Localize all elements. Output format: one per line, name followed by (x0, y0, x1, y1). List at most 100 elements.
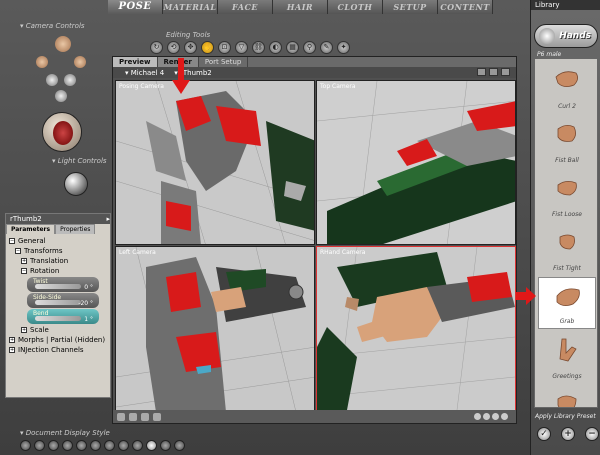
view-magnifier-icon[interactable]: ⚲ (303, 41, 316, 54)
tab-preview[interactable]: Preview (113, 57, 158, 67)
panel-options-icon[interactable] (501, 68, 510, 76)
tab-pose[interactable]: POSE (108, 0, 163, 14)
document-window-controls (477, 68, 510, 76)
dial-knob[interactable] (35, 300, 81, 305)
scale-icon[interactable]: ⊡ (218, 41, 231, 54)
chain-break-icon[interactable]: ⛓ (252, 41, 265, 54)
add-to-library-icon[interactable]: + (561, 427, 575, 441)
taper-icon[interactable]: ▽ (235, 41, 248, 54)
viewport-left-camera[interactable]: Left Camera (115, 246, 315, 411)
library-item[interactable]: Curl 2 (538, 61, 596, 113)
layout-icon[interactable] (477, 68, 486, 76)
hidden-line-style-icon[interactable] (62, 440, 73, 451)
cartoon-style-icon[interactable] (118, 440, 129, 451)
tree-transforms[interactable]: − Transforms (9, 246, 107, 256)
tab-hair[interactable]: HAIR (273, 0, 328, 14)
library-item-selected[interactable]: Grab (538, 277, 596, 329)
tab-material[interactable]: MATERIAL (163, 0, 218, 14)
camera-trackball[interactable] (42, 112, 82, 152)
camera-move-icon[interactable] (64, 74, 76, 86)
tree-rotation[interactable]: − Rotation (9, 266, 107, 276)
dial-bend[interactable]: Bend 1 ° (27, 309, 99, 324)
tree-injection[interactable]: + INJection Channels (9, 345, 107, 355)
style-dot-icon[interactable] (501, 413, 508, 420)
silhouette-style-icon[interactable] (20, 440, 31, 451)
hand-pose-icon (557, 181, 577, 196)
tree-scale[interactable]: + Scale (9, 325, 107, 335)
grouping-icon[interactable]: ▦ (286, 41, 299, 54)
tree-translation[interactable]: + Translation (9, 256, 107, 266)
light-control-ball[interactable] (64, 172, 88, 196)
light-controls-label: Light Controls (57, 157, 107, 165)
tab-parameters[interactable]: Parameters (6, 224, 56, 234)
collapse-icon[interactable]: − (15, 248, 21, 254)
viewport-posing-camera[interactable]: Posing Camera (115, 80, 315, 245)
grab-icon[interactable]: ✋ (201, 41, 214, 54)
expand-icon[interactable]: + (21, 327, 27, 333)
color-chip-icon[interactable] (141, 412, 149, 421)
tree-morphs[interactable]: + Morphs | Partial (Hidden) (9, 335, 107, 345)
collapse-icon[interactable]: − (21, 268, 27, 274)
tab-port-setup[interactable]: Port Setup (199, 57, 249, 67)
library-item[interactable]: Greetings (538, 331, 596, 383)
library-item[interactable]: Fist Tight (538, 223, 596, 275)
panel-menu-icon[interactable]: ▸ (106, 214, 110, 224)
library-item[interactable] (538, 385, 596, 407)
viewport-top-camera[interactable]: Top Camera (316, 80, 516, 245)
style-dot-icon[interactable] (492, 413, 499, 420)
smooth-lined-style-icon[interactable] (160, 440, 171, 451)
style-dot-icon[interactable] (483, 413, 490, 420)
dial-value[interactable]: 1 ° (84, 315, 93, 325)
tab-setup[interactable]: SETUP (383, 0, 438, 14)
camera-right-hand-icon[interactable] (74, 56, 86, 68)
wireframe-style-icon[interactable] (48, 440, 59, 451)
smooth-shaded-style-icon[interactable] (146, 440, 157, 451)
tree-general[interactable]: − General (9, 236, 107, 246)
expand-icon[interactable]: + (21, 258, 27, 264)
camera-plane-icon[interactable] (55, 90, 67, 102)
ground-plane-icon[interactable] (117, 412, 125, 421)
flat-lined-style-icon[interactable] (104, 440, 115, 451)
lit-wireframe-style-icon[interactable] (76, 440, 87, 451)
poser-app: POSE MATERIAL FACE HAIR CLOTH SETUP CONT… (0, 0, 600, 455)
camera-left-hand-icon[interactable] (36, 56, 48, 68)
dial-knob[interactable] (35, 316, 81, 321)
library-item[interactable]: Fist Loose (538, 169, 596, 221)
collapse-icon[interactable]: − (9, 238, 15, 244)
tab-content[interactable]: CONTENT (438, 0, 493, 14)
dial-twist[interactable]: Twist 0 ° (27, 277, 99, 292)
flat-shaded-style-icon[interactable] (90, 440, 101, 451)
dial-side-side[interactable]: Side-Side -20 ° (27, 293, 99, 308)
camera-rotate-icon[interactable] (46, 74, 58, 86)
tree-label: Rotation (30, 267, 60, 275)
library-subfolder[interactable]: P6 male (537, 51, 561, 58)
dial-value[interactable]: 0 ° (84, 283, 93, 293)
apply-check-icon[interactable]: ✓ (537, 427, 551, 441)
viewport-rhand-camera[interactable]: RHand Camera (316, 246, 516, 411)
texture-shaded-style-icon[interactable] (174, 440, 185, 451)
cartoon-line-style-icon[interactable] (132, 440, 143, 451)
tab-cloth[interactable]: CLOTH (328, 0, 383, 14)
translate-icon[interactable]: ✥ (184, 41, 197, 54)
library-category-button[interactable]: Hands (534, 24, 598, 48)
dial-value[interactable]: -20 ° (78, 299, 93, 309)
rotate-icon[interactable]: ↻ (150, 41, 163, 54)
expand-icon[interactable]: + (9, 347, 15, 353)
style-dot-icon[interactable] (474, 413, 481, 420)
tab-properties[interactable]: Properties (55, 224, 96, 234)
camera-hand-icon[interactable] (55, 36, 71, 52)
shadow-icon[interactable] (129, 412, 137, 421)
dial-knob[interactable] (35, 284, 81, 289)
figure-menu[interactable]: ▾ Michael 4 (125, 69, 164, 77)
remove-from-library-icon[interactable]: − (585, 427, 599, 441)
tab-face[interactable]: FACE (218, 0, 273, 14)
library-item[interactable]: Fist Ball (538, 115, 596, 167)
expand-icon[interactable]: + (9, 337, 15, 343)
camera-lock-icon[interactable] (489, 68, 498, 76)
outline-style-icon[interactable] (34, 440, 45, 451)
tracking-mode-icon[interactable] (153, 412, 161, 421)
color-icon[interactable]: ◐ (269, 41, 282, 54)
twist-icon[interactable]: ⟲ (167, 41, 180, 54)
direct-manipulation-icon[interactable]: ✦ (337, 41, 350, 54)
morphing-icon[interactable]: ✎ (320, 41, 333, 54)
